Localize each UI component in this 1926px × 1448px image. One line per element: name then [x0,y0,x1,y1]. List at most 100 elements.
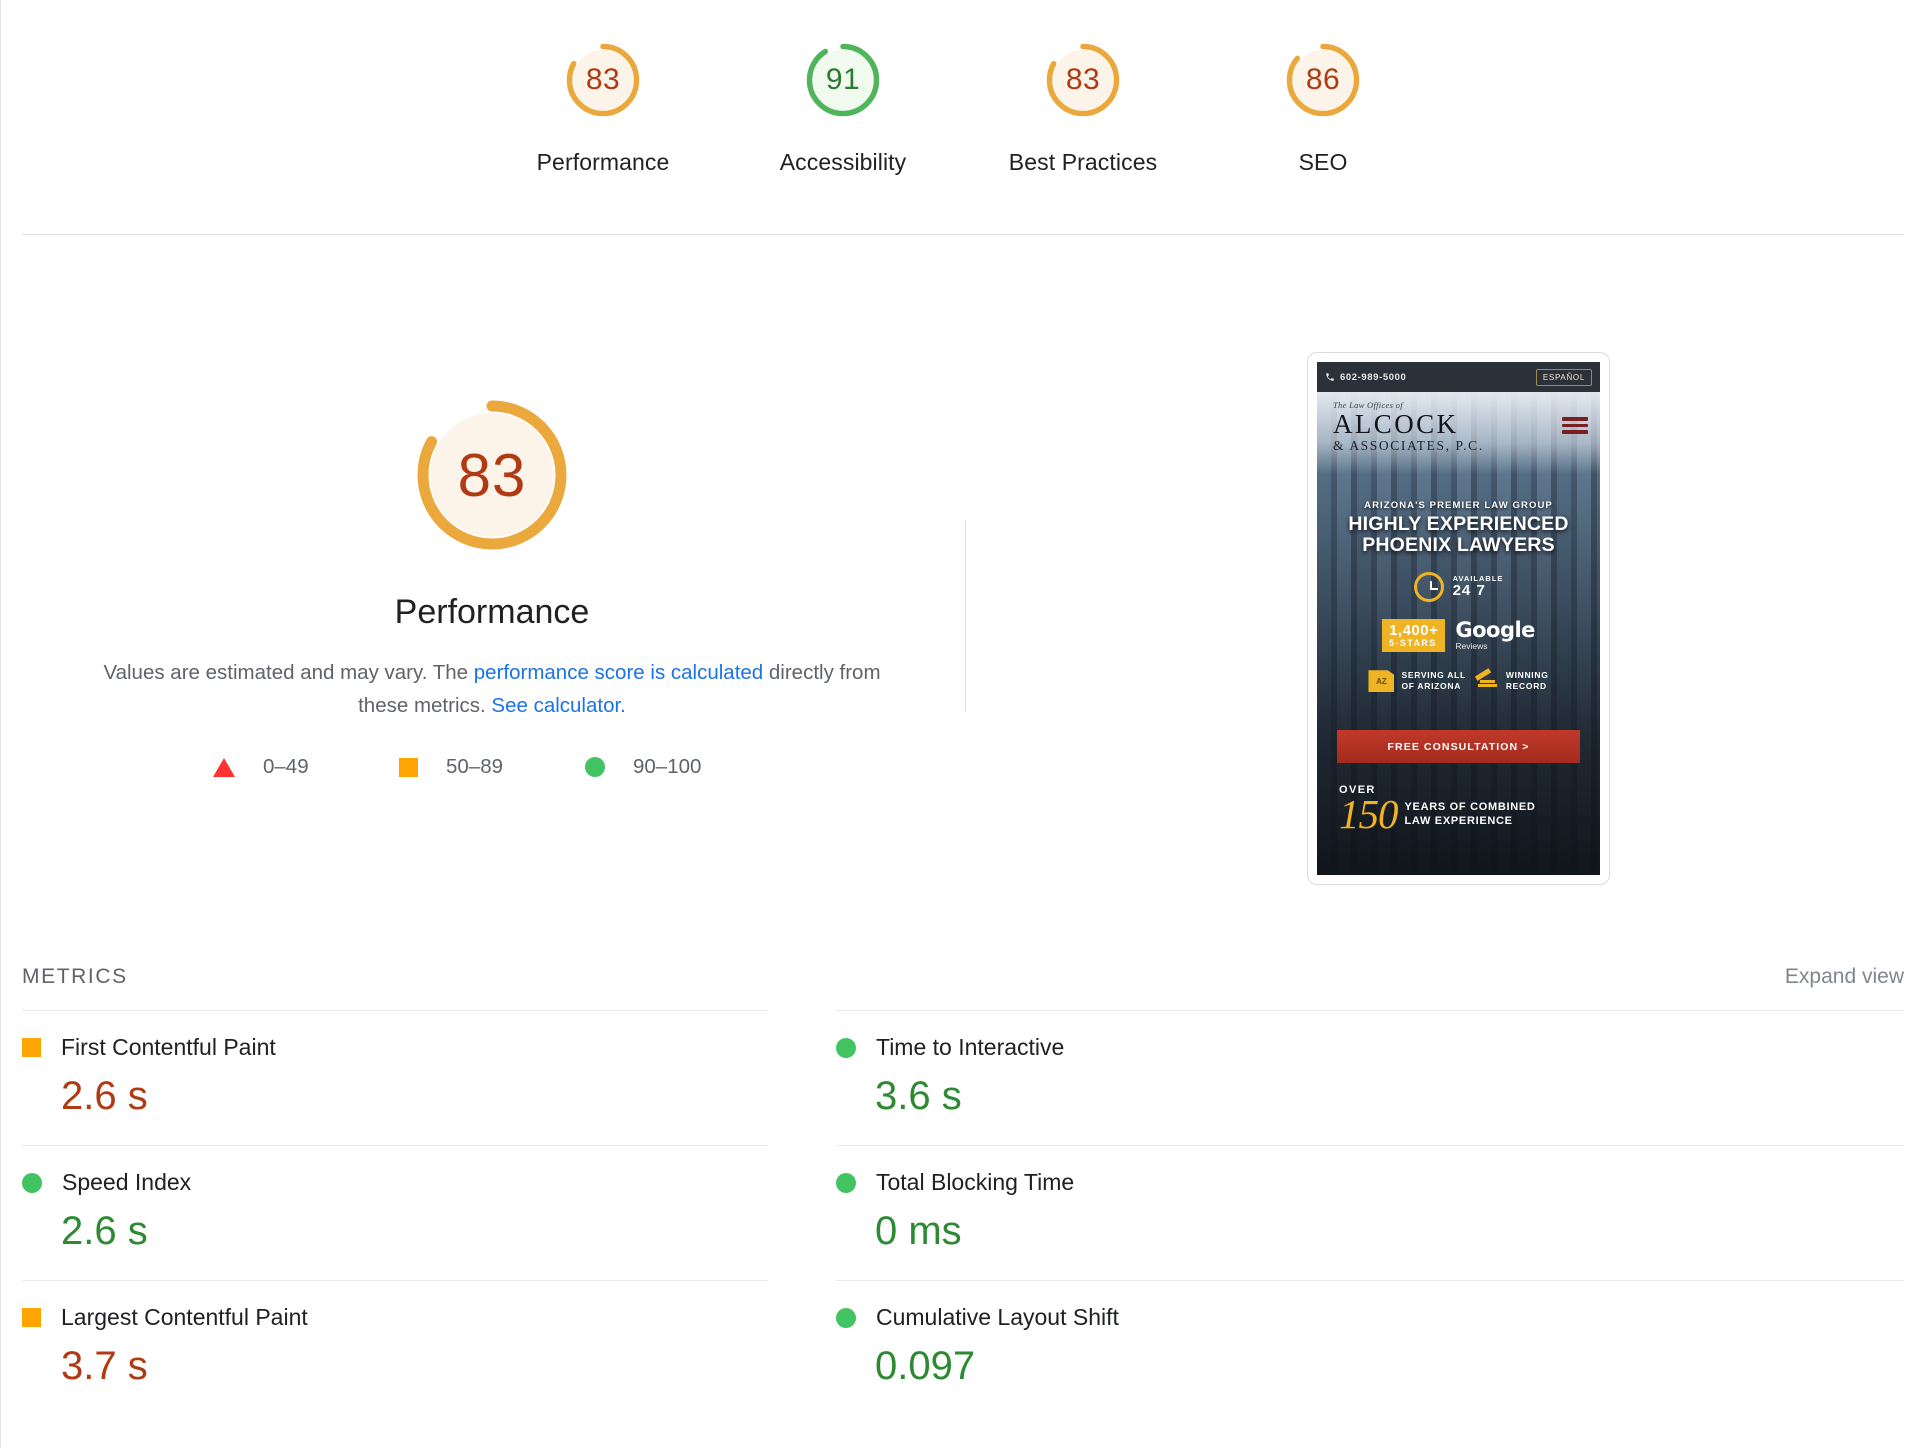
square-icon [22,1308,41,1327]
hamburger-menu-icon [1562,417,1588,434]
square-icon [399,757,418,777]
metric-name: Time to Interactive [876,1034,1065,1060]
legend-item-pass: 90–100 [585,755,771,779]
expand-view-button[interactable]: Expand view [1785,965,1904,989]
experience-years-number: 150 [1339,791,1398,837]
gauge-ring-seo: 86 [1281,38,1365,122]
site-phone: 602-989-5000 [1325,372,1406,383]
free-consultation-button: FREE CONSULTATION > [1337,730,1580,763]
metric-value: 2.6 s [61,1074,148,1118]
category-gauge-accessibility[interactable]: 91 Accessibility [723,38,963,176]
gauge-label-performance: Performance [536,149,670,175]
clock-icon [1413,572,1444,602]
legend-item-average: 50–89 [399,755,585,779]
metrics-title: METRICS [22,965,128,988]
page-screenshot-thumbnail[interactable]: 602-989-5000 ESPAÑOL The Law Offices of … [1307,352,1610,885]
legend-item-fail: 0–49 [213,755,399,779]
circle-icon [836,1307,856,1328]
serving-line-2: OF ARIZONA [1401,681,1462,692]
site-header: The Law Offices of ALCOCK & ASSOCIATES, … [1317,392,1600,474]
logo-subtitle: & ASSOCIATES, P.C. [1333,437,1484,453]
metrics-list: First Contentful Paint 2.6 s Time to Int… [22,1010,1904,1415]
metric-name: Largest Contentful Paint [61,1304,308,1330]
hero-heading: ARIZONA'S PREMIER LAW GROUP HIGHLY EXPER… [1317,500,1600,556]
phone-icon [1326,373,1334,381]
category-score-bar: 83 Performance 91 Accessibility 83 Best … [0,0,1926,236]
experience-line-2: LAW EXPERIENCE [1404,814,1513,827]
metric-head: Time to Interactive [836,1034,1904,1061]
category-gauge-performance[interactable]: 83 Performance [483,38,723,176]
thumbnail-content: 602-989-5000 ESPAÑOL The Law Offices of … [1317,362,1600,875]
reviews-stars: 5-STARS [1389,637,1437,648]
gauge-label-best-practices: Best Practices [1008,149,1158,175]
badge-availability: AVAILABLE 24 7 [1317,572,1600,602]
metric-value: 2.6 s [61,1209,148,1253]
winning-line-2: RECORD [1505,681,1547,692]
metric-item-cumulative-layout-shift[interactable]: Cumulative Layout Shift 0.097 [836,1280,1904,1415]
gauge-ring-accessibility: 91 [801,38,885,122]
gauge-label-accessibility: Accessibility [779,149,907,175]
description-text-1: Values are estimated and may vary. The [103,661,474,684]
site-hero: The Law Offices of ALCOCK & ASSOCIATES, … [1317,392,1600,875]
metric-item-total-blocking-time[interactable]: Total Blocking Time 0 ms [836,1145,1904,1280]
experience-row: 150 YEARS OF COMBINED LAW EXPERIENCE [1339,794,1536,835]
page-title: Performance [394,593,590,631]
hero-headline-1: HIGHLY EXPERIENCED [1348,513,1569,535]
gauge-ring-performance: 83 [561,38,645,122]
metric-head: Speed Index [22,1169,768,1196]
reviews-count: 1,400+ [1389,622,1439,639]
reviews-badge: 1,400+ 5-STARS [1382,619,1446,653]
logo-name: ALCOCK [1333,408,1459,439]
google-wordmark: Google [1455,618,1535,643]
circle-icon [836,1037,856,1058]
metric-item-speed-index[interactable]: Speed Index 2.6 s [22,1145,768,1280]
winning-text: WINNING RECORD [1506,670,1549,692]
gauge-label-seo: SEO [1298,149,1348,175]
metric-head: First Contentful Paint [22,1034,768,1061]
winning-line-1: WINNING [1505,670,1549,681]
performance-score: 83 [457,441,527,509]
availability-value: 24 7 [1452,582,1486,600]
language-toggle-button: ESPAÑOL [1535,368,1592,386]
legend-range-fail: 0–49 [263,755,309,778]
gavel-icon [1473,668,1499,691]
gauge-score-best-practices: 83 [1065,63,1101,96]
see-calculator-link[interactable]: See calculator. [491,694,625,717]
metric-head: Total Blocking Time [836,1169,1904,1196]
metric-item-time-to-interactive[interactable]: Time to Interactive 3.6 s [836,1010,1904,1145]
availability-text: AVAILABLE 24 7 [1453,575,1504,599]
metric-item-largest-contentful-paint[interactable]: Largest Contentful Paint 3.7 s [22,1280,768,1415]
site-phone-number: 602-989-5000 [1340,371,1407,383]
site-topbar: 602-989-5000 ESPAÑOL [1317,362,1600,392]
metric-value: 3.6 s [875,1074,962,1118]
badge-coverage: AZ SERVING ALL OF ARIZONA WINNING RECORD [1317,668,1600,693]
arizona-icon: AZ [1368,670,1395,693]
category-gauge-best-practices[interactable]: 83 Best Practices [963,38,1203,176]
google-reviews-label: Reviews [1455,641,1488,652]
triangle-icon [213,757,235,777]
square-icon [22,1038,41,1057]
serving-text: SERVING ALL OF ARIZONA [1401,670,1465,692]
metric-head: Cumulative Layout Shift [836,1304,1904,1331]
circle-icon [836,1172,856,1193]
experience-line-1: YEARS OF COMBINED [1404,801,1536,813]
experience-block: OVER 150 YEARS OF COMBINED LAW EXPERIENC… [1339,784,1536,835]
metric-value: 0 ms [875,1209,962,1253]
metric-value: 3.7 s [61,1344,148,1388]
metric-head: Largest Contentful Paint [22,1304,768,1331]
gauge-ring-best-practices: 83 [1041,38,1125,122]
badge-reviews: 1,400+ 5-STARS Google Reviews [1317,619,1600,653]
pagespeed-report: 83 Performance 91 Accessibility 83 Best … [0,0,1926,1448]
metric-item-first-contentful-paint[interactable]: First Contentful Paint 2.6 s [22,1010,768,1145]
serving-line-1: SERVING ALL [1401,670,1466,681]
metric-name: First Contentful Paint [61,1034,276,1060]
performance-description: Values are estimated and may vary. The p… [92,657,892,722]
gauge-score-accessibility: 91 [825,63,861,96]
google-reviews: Google Reviews [1455,620,1535,651]
gauge-score-performance: 83 [585,63,621,96]
site-logo: The Law Offices of ALCOCK & ASSOCIATES, … [1333,401,1484,452]
performance-score-link[interactable]: performance score is calculated [474,661,763,684]
metrics-header: METRICS Expand view [22,965,1904,989]
category-gauge-seo[interactable]: 86 SEO [1203,38,1443,176]
metric-name: Cumulative Layout Shift [876,1304,1119,1330]
